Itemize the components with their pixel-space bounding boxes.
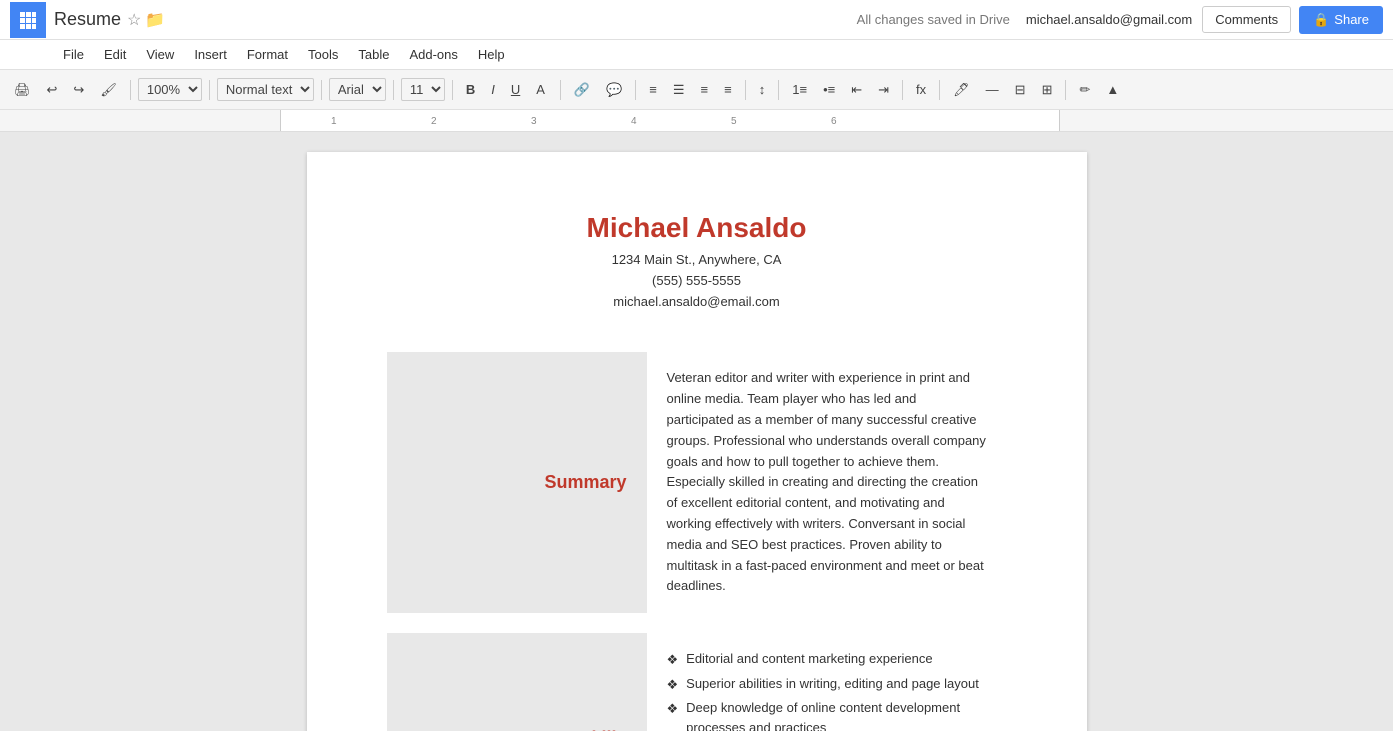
menu-addons[interactable]: Add-ons <box>401 44 465 65</box>
menu-file[interactable]: File <box>55 44 92 65</box>
toolbar: 🖨 ↩ ↪ 🖌 100% Normal text Arial 11 B I U … <box>0 70 1393 110</box>
comment-inline-button[interactable]: 💬 <box>600 79 628 101</box>
redo-button[interactable]: ↪ <box>67 79 90 101</box>
svg-text:2: 2 <box>431 116 437 127</box>
style-select[interactable]: Normal text <box>217 78 314 101</box>
folder-icon[interactable]: 📁 <box>145 10 165 30</box>
zoom-select[interactable]: 100% <box>138 78 202 101</box>
menu-bar: File Edit View Insert Format Tools Table… <box>0 40 1393 70</box>
align-center-button[interactable]: ☰ <box>667 79 691 101</box>
menu-table[interactable]: Table <box>350 44 397 65</box>
svg-text:3: 3 <box>531 116 537 127</box>
svg-text:5: 5 <box>731 116 737 127</box>
italic-button[interactable]: I <box>485 79 501 100</box>
core-skills-content: ❖ Editorial and content marketing experi… <box>647 633 1007 731</box>
paint-format-button[interactable]: 🖌 <box>94 79 123 101</box>
ruler: 1 2 3 4 5 6 <box>0 110 1393 132</box>
user-email[interactable]: michael.ansaldo@gmail.com <box>1026 12 1192 27</box>
share-button[interactable]: 🔒 Share <box>1299 6 1383 34</box>
separator <box>209 80 210 100</box>
text-color-button[interactable]: A <box>530 79 553 100</box>
document-area[interactable]: Michael Ansaldo 1234 Main St., Anywhere,… <box>0 132 1393 731</box>
document-title[interactable]: Resume <box>54 9 121 30</box>
resume-header: Michael Ansaldo 1234 Main St., Anywhere,… <box>387 212 1007 312</box>
ruler-bar: 1 2 3 4 5 6 <box>280 110 1060 132</box>
align-right-button[interactable]: ≡ <box>695 79 715 100</box>
google-apps-icon[interactable] <box>10 2 46 38</box>
comments-button[interactable]: Comments <box>1202 6 1291 33</box>
skill-text: Deep knowledge of online content develop… <box>686 698 986 731</box>
summary-section: Summary Veteran editor and writer with e… <box>387 352 1007 613</box>
separator <box>130 80 131 100</box>
menu-insert[interactable]: Insert <box>186 44 235 65</box>
font-size-select[interactable]: 11 <box>401 78 445 101</box>
separator <box>635 80 636 100</box>
separator <box>902 80 903 100</box>
line-spacing-button[interactable]: ↕ <box>753 79 772 100</box>
horizontal-rule-button[interactable]: ⊟ <box>1009 79 1032 101</box>
diamond-icon: ❖ <box>667 650 679 670</box>
font-select[interactable]: Arial <box>329 78 386 101</box>
strikethrough-button[interactable]: — <box>980 79 1005 100</box>
align-justify-button[interactable]: ≡ <box>718 79 738 100</box>
list-item: ❖ Deep knowledge of online content devel… <box>667 698 987 731</box>
summary-label: Summary <box>544 472 626 493</box>
menu-format[interactable]: Format <box>239 44 296 65</box>
separator <box>778 80 779 100</box>
save-status: All changes saved in Drive <box>857 12 1010 27</box>
diamond-icon: ❖ <box>667 699 679 719</box>
summary-label-col: Summary <box>387 352 647 613</box>
draw-button[interactable]: ✏ <box>1073 79 1096 101</box>
skill-text: Superior abilities in writing, editing a… <box>686 674 979 694</box>
separator <box>1065 80 1066 100</box>
skill-text: Editorial and content marketing experien… <box>686 649 932 669</box>
svg-text:1: 1 <box>331 116 337 127</box>
align-left-button[interactable]: ≡ <box>643 79 663 100</box>
core-skills-label-col: Core Skills <box>387 633 647 731</box>
core-skills-section: Core Skills ❖ Editorial and content mark… <box>387 633 1007 731</box>
resume-phone: (555) 555-5555 <box>387 271 1007 292</box>
summary-content: Veteran editor and writer with experienc… <box>647 352 1007 613</box>
resume-name: Michael Ansaldo <box>387 212 1007 244</box>
core-skills-label: Core Skills <box>533 728 626 731</box>
menu-edit[interactable]: Edit <box>96 44 134 65</box>
menu-view[interactable]: View <box>138 44 182 65</box>
separator <box>452 80 453 100</box>
separator <box>745 80 746 100</box>
menu-help[interactable]: Help <box>470 44 513 65</box>
decrease-indent-button[interactable]: ⇤ <box>845 79 868 101</box>
increase-indent-button[interactable]: ⇥ <box>872 79 895 101</box>
menu-tools[interactable]: Tools <box>300 44 346 65</box>
page: Michael Ansaldo 1234 Main St., Anywhere,… <box>307 152 1087 731</box>
highlight-button[interactable]: 🖊 <box>947 79 976 101</box>
link-button[interactable]: 🔗 <box>568 79 596 101</box>
bold-button[interactable]: B <box>460 79 481 100</box>
table-button[interactable]: ⊞ <box>1036 79 1059 101</box>
star-icon[interactable]: ☆ <box>127 10 141 30</box>
top-bar: Resume ☆ 📁 All changes saved in Drive mi… <box>0 0 1393 40</box>
bulleted-list-button[interactable]: •≡ <box>817 79 841 100</box>
function-button[interactable]: fx <box>910 79 932 100</box>
list-item: ❖ Superior abilities in writing, editing… <box>667 674 987 695</box>
separator <box>939 80 940 100</box>
svg-text:6: 6 <box>831 116 837 127</box>
svg-text:4: 4 <box>631 116 637 127</box>
resume-email: michael.ansaldo@email.com <box>387 292 1007 313</box>
separator <box>560 80 561 100</box>
numbered-list-button[interactable]: 1≡ <box>786 79 813 100</box>
list-item: ❖ Editorial and content marketing experi… <box>667 649 987 670</box>
separator <box>393 80 394 100</box>
lock-icon: 🔒 <box>1313 12 1329 28</box>
skills-list: ❖ Editorial and content marketing experi… <box>667 649 987 731</box>
resume-address: 1234 Main St., Anywhere, CA <box>387 250 1007 271</box>
print-button[interactable]: 🖨 <box>8 79 37 101</box>
underline-button[interactable]: U <box>505 79 526 100</box>
separator <box>321 80 322 100</box>
undo-button[interactable]: ↩ <box>41 79 64 101</box>
collapse-toolbar-button[interactable]: ▲ <box>1100 79 1125 100</box>
summary-text: Veteran editor and writer with experienc… <box>667 370 986 593</box>
diamond-icon: ❖ <box>667 675 679 695</box>
